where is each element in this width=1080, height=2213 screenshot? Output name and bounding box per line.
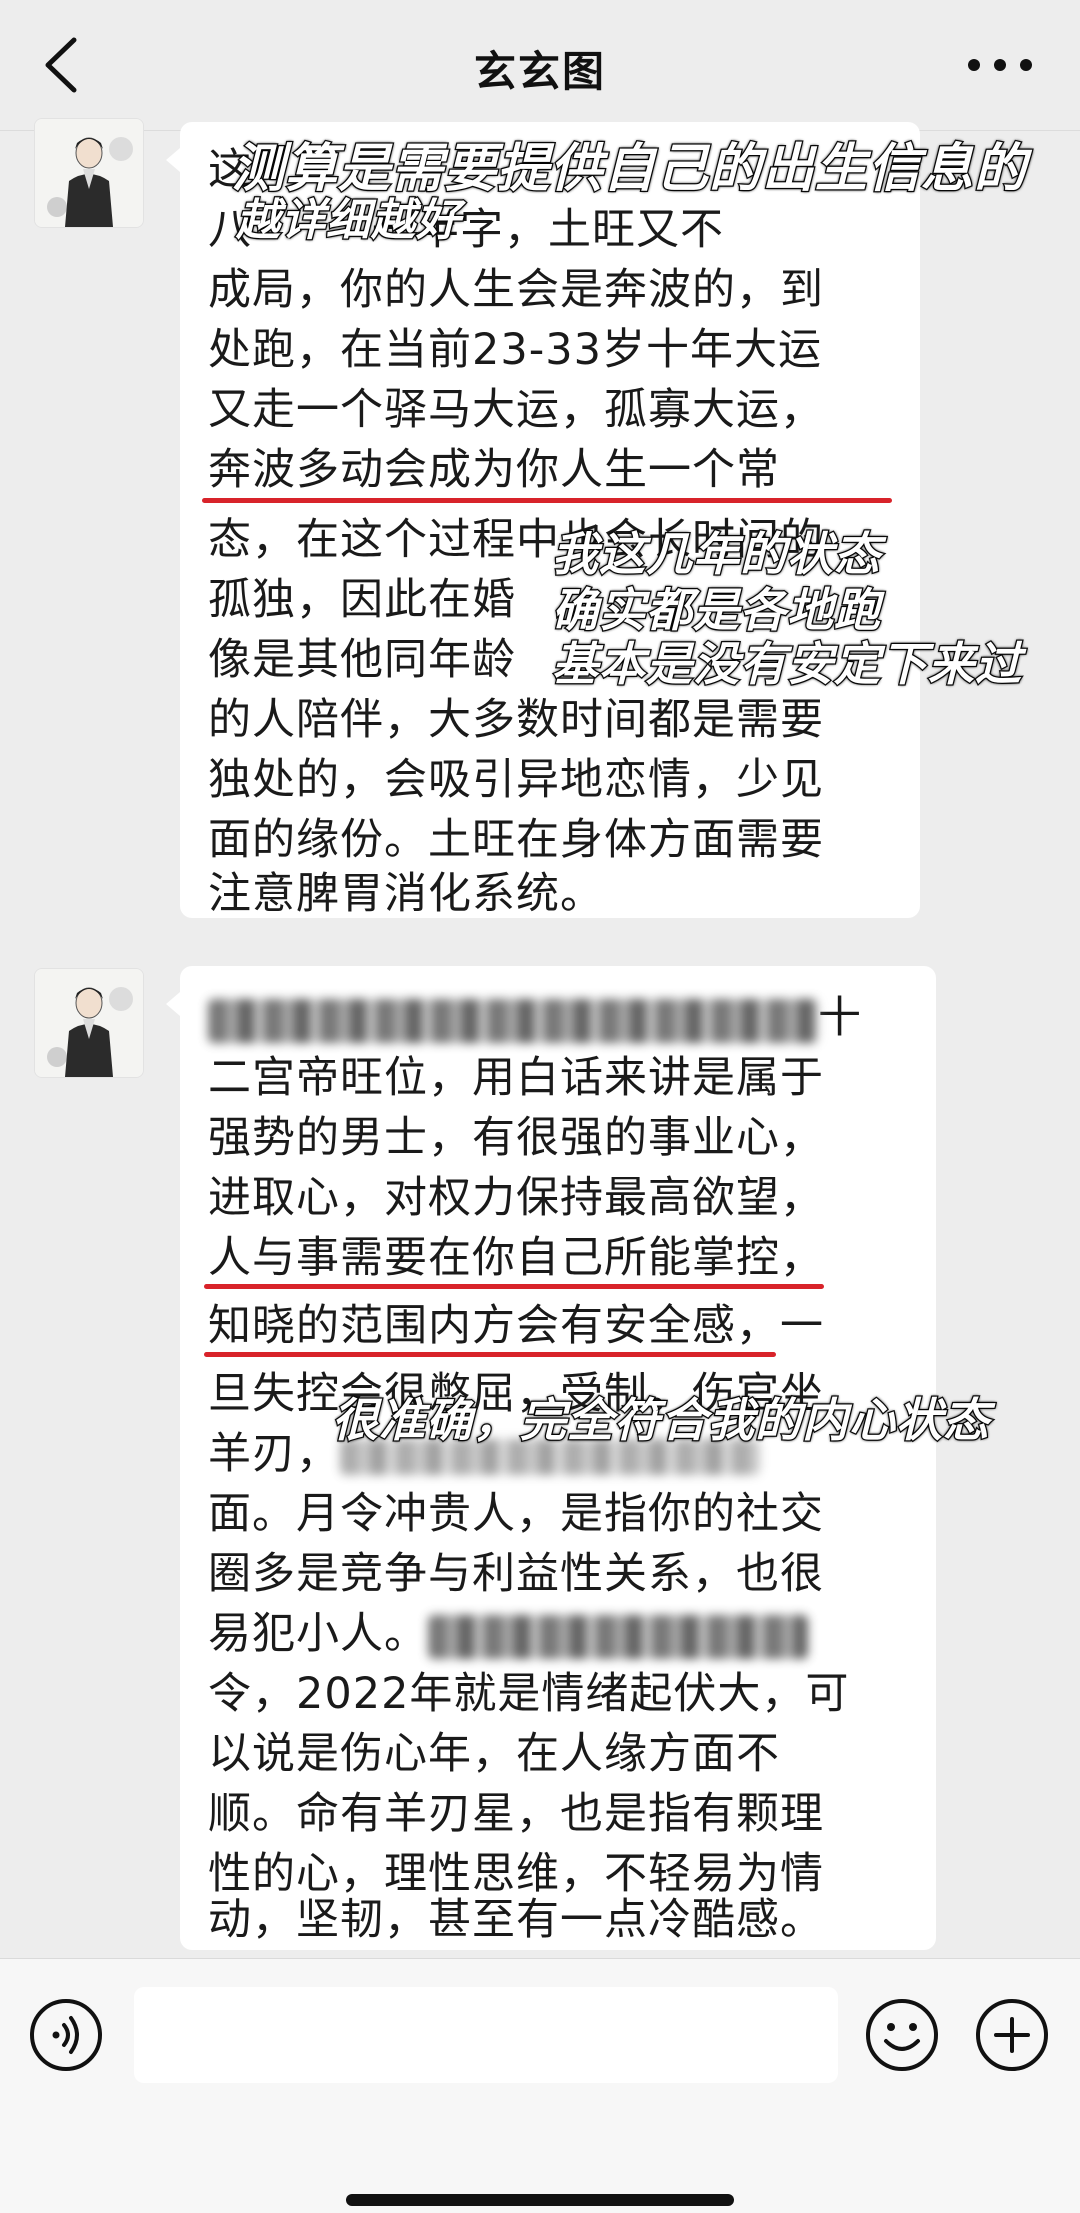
emoji-icon[interactable]: [862, 1995, 942, 2075]
message-line: 成局，你的人生会是奔波的，到: [208, 265, 824, 315]
message-line: 二宫帝旺位，用白话来讲是属于: [208, 1053, 824, 1103]
overlay-caption: 很准确，完全符合我的内心状态: [331, 1392, 991, 1449]
ellipsis-icon[interactable]: [960, 48, 1040, 82]
message-line: 面的缘份。土旺在身体方面需要: [208, 815, 824, 865]
avatar-illustration: [35, 119, 143, 227]
message-line: 孤独，因此在婚: [208, 575, 516, 625]
input-bar: [0, 1958, 1080, 2213]
message-line: 进取心，对权力保持最高欲望，: [208, 1173, 824, 1223]
plus-icon[interactable]: [972, 1995, 1052, 2075]
overlay-caption: 基本是没有安定下来过: [551, 636, 1023, 693]
message-line: 又走一个驿马大运，孤寡大运，: [208, 385, 824, 435]
message-line: 注意脾胃消化系统。: [208, 869, 604, 919]
avatar[interactable]: [34, 968, 144, 1078]
message-line: 的人陪伴，大多数时间都是需要: [208, 695, 824, 745]
message-input[interactable]: [134, 1987, 838, 2083]
message-line: 人与事需要在你自己所能掌控，: [208, 1233, 824, 1283]
chat-title: 玄玄图: [473, 47, 606, 96]
message-line: 易犯小人。: [208, 1604, 808, 1664]
message-line: 圈多是竞争与利益性关系，也很: [208, 1549, 824, 1599]
message-line: 知晓的范围内方会有安全感，一: [208, 1301, 824, 1351]
chat-header: 玄玄图: [0, 0, 1080, 131]
home-indicator: [346, 2194, 734, 2206]
message-line: 像是其他同年龄: [208, 635, 516, 685]
message-bubble[interactable]: 十 二宫帝旺位，用白话来讲是属于 强势的男士，有很强的事业心， 进取心，对权力保…: [166, 966, 936, 1950]
red-underline: [204, 1284, 824, 1289]
message-line: 面。月令冲贵人，是指你的社交: [208, 1489, 824, 1539]
message-line: 令，2022年就是情绪起伏大，可: [208, 1669, 850, 1719]
message-line: 以说是伤心年，在人缘方面不: [208, 1729, 780, 1779]
blurred-text: [428, 1614, 808, 1659]
red-underline: [204, 1352, 776, 1357]
message-line: 独处的，会吸引异地恋情，少见: [208, 755, 824, 805]
message-line: 顺。命有羊刃星，也是指有颗理: [208, 1789, 824, 1839]
avatar[interactable]: [34, 118, 144, 228]
message-line: 十: [208, 988, 862, 1048]
blurred-text: [208, 998, 818, 1043]
avatar-illustration: [35, 969, 143, 1077]
voice-icon[interactable]: [26, 1995, 106, 2075]
message-line: 动，坚韧，甚至有一点冷酷感。: [208, 1895, 824, 1945]
red-underline: [202, 498, 892, 503]
message-line: 处跑，在当前23-33岁十年大运: [208, 325, 822, 375]
message-line: 奔波多动会成为你人生一个常: [208, 445, 780, 495]
overlay-caption: 越详细越好: [235, 194, 462, 248]
message-line: 强势的男士，有很强的事业心，: [208, 1113, 824, 1163]
